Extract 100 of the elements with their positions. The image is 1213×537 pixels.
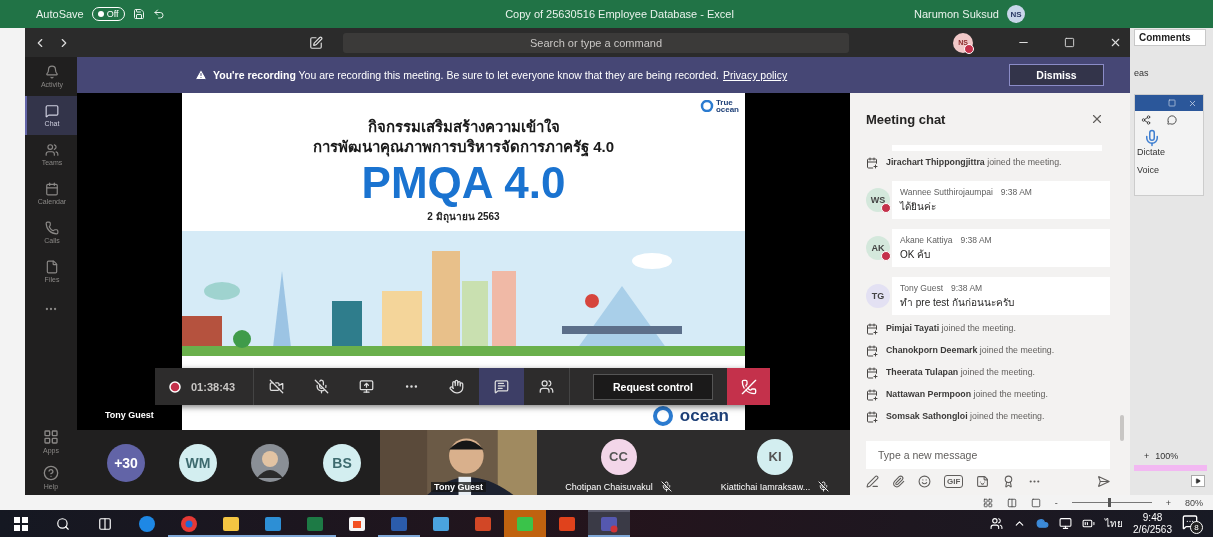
pen-icon[interactable]	[866, 474, 879, 488]
zoom-in-button[interactable]: +	[1144, 451, 1150, 461]
participant-avatar[interactable]: BS	[323, 443, 361, 482]
scrollbar[interactable]	[1120, 415, 1124, 441]
calls-icon	[45, 221, 59, 235]
overflow-count[interactable]: +30	[107, 443, 145, 482]
participant-avatar[interactable]	[251, 443, 289, 482]
language-indicator[interactable]: ไทย	[1105, 516, 1124, 531]
zoom-in-button[interactable]: +	[1165, 497, 1171, 508]
participant-avatar[interactable]: CC	[600, 438, 637, 475]
message-text: ได้ยินค่ะ	[900, 199, 937, 214]
search-icon[interactable]	[56, 516, 70, 531]
undo-icon[interactable]	[152, 8, 165, 20]
calendar-icon	[45, 182, 59, 196]
author-avatar: TG	[866, 284, 890, 308]
author-name: Wannee Sutthirojaumpai	[900, 186, 993, 197]
maximize-icon[interactable]	[1064, 37, 1075, 48]
message-time: 9:38 AM	[1000, 186, 1032, 197]
send-icon[interactable]	[1097, 474, 1110, 488]
battery-icon[interactable]	[1082, 517, 1096, 530]
normal-view-icon[interactable]	[982, 497, 993, 508]
ribbon-label: eas	[1134, 68, 1150, 78]
windows-logo-icon[interactable]	[14, 516, 28, 531]
close-icon[interactable]	[1090, 112, 1104, 126]
autosave-label: AutoSave	[36, 8, 84, 20]
recording-notice: You're recording You are recording this meeting. Be sure to let everyone know that they are being recorded. Privacy policy	[213, 69, 788, 81]
author-name: Akane Kattiya	[900, 234, 953, 245]
browser-icon[interactable]	[180, 514, 198, 533]
join-event: Chanokporn Deemark joined the meeting.	[886, 345, 1055, 356]
save-icon[interactable]	[132, 8, 145, 20]
scroll-right-button[interactable]	[1191, 475, 1205, 487]
people-icon[interactable]	[990, 517, 1004, 530]
paperclip-icon[interactable]	[892, 474, 905, 488]
zoom-level: 80%	[1185, 497, 1203, 508]
play-icon	[1195, 478, 1201, 484]
join-event: Pimjai Tayati joined the meeting.	[886, 323, 1016, 334]
document-title: Copy of 25630516 Employee Database - Excel	[505, 8, 734, 20]
chat-icon[interactable]	[479, 368, 525, 405]
zoom-out-button[interactable]: -	[1054, 497, 1058, 508]
smiley-icon[interactable]	[918, 474, 931, 488]
busy-status-dot	[881, 203, 891, 213]
comments-button[interactable]: Comments	[1134, 29, 1206, 46]
chat-icon	[45, 104, 59, 118]
slider-thumb[interactable]	[1107, 498, 1111, 507]
calendar-icon	[866, 411, 878, 423]
apps-icon	[43, 428, 59, 445]
calendar-icon	[866, 345, 878, 357]
author-name: Tony Guest	[900, 282, 943, 293]
store-icon[interactable]	[348, 514, 366, 533]
slide-date: 2 มิถุนายน 2563	[426, 210, 501, 225]
computer-icon[interactable]	[432, 514, 450, 533]
task-view-icon[interactable]	[98, 516, 112, 531]
call-timer: 01:38:43	[191, 380, 236, 393]
warning-icon	[195, 69, 207, 81]
page-break-icon[interactable]	[1030, 497, 1041, 508]
logo-text: True ocean	[715, 99, 739, 113]
join-event: Nattawan Permpoon joined the meeting.	[886, 389, 1048, 400]
dismiss-button[interactable]: Dismiss	[1009, 64, 1104, 86]
privacy-policy-link[interactable]: Privacy policy	[723, 69, 788, 81]
gif-button[interactable]: GIF	[944, 474, 964, 488]
spreadsheet-icon[interactable]	[306, 514, 324, 533]
search-field[interactable]: Search or type a command	[343, 32, 849, 53]
request-control-button[interactable]: Request control	[593, 373, 713, 400]
network-icon[interactable]	[1059, 517, 1073, 530]
dictate-label[interactable]: Dictate	[1137, 147, 1165, 157]
bell-icon	[45, 65, 59, 79]
slide-headline: PMQA 4.0	[360, 157, 567, 209]
participant-avatar[interactable]: WM	[179, 443, 217, 482]
user-avatar[interactable]: NS	[1007, 5, 1025, 23]
browser-icon[interactable]	[138, 514, 156, 533]
message-input[interactable]: Type a new message	[866, 441, 1110, 469]
comment-icon[interactable]	[1167, 115, 1177, 125]
join-event: Jirachart Thippongjittra joined the meeting.	[886, 157, 1062, 168]
hang-up-button[interactable]	[727, 368, 770, 405]
mail-icon[interactable]	[264, 514, 282, 533]
calendar-icon	[866, 367, 878, 379]
files-icon	[45, 260, 59, 274]
page-layout-icon[interactable]	[1006, 497, 1017, 508]
microphone-icon[interactable]	[1143, 129, 1161, 147]
user-name: Narumon Suksud	[914, 8, 999, 20]
share-icon[interactable]	[1141, 115, 1151, 125]
presentation-icon[interactable]	[474, 514, 492, 533]
clock[interactable]: 9:48 2/6/2563	[1133, 511, 1172, 536]
sticker-icon[interactable]	[976, 474, 990, 488]
message-text: OK ค้บ	[900, 247, 932, 262]
compose-icon[interactable]	[309, 35, 323, 50]
help-icon	[43, 464, 59, 481]
participant-avatar[interactable]: KI	[757, 438, 793, 475]
calendar-icon	[866, 389, 878, 401]
join-event: Theerata Tulapan joined the meeting.	[886, 367, 1035, 378]
folder-icon[interactable]	[222, 514, 240, 533]
cloud-icon[interactable]	[1036, 517, 1050, 530]
slide-title: การพัฒนาคุณภาพการบริหารจัดการภาครัฐ 4.0	[312, 137, 615, 157]
office-icon[interactable]	[558, 514, 576, 533]
author-avatar: WS	[866, 188, 890, 212]
message-text: ทำ pre test กันก่อนนะครับ	[900, 295, 1015, 310]
busy-status-dot	[881, 251, 891, 261]
phone-icon	[740, 378, 757, 395]
close-icon[interactable]	[1109, 36, 1122, 49]
chat-title: Meeting chat	[866, 111, 946, 127]
